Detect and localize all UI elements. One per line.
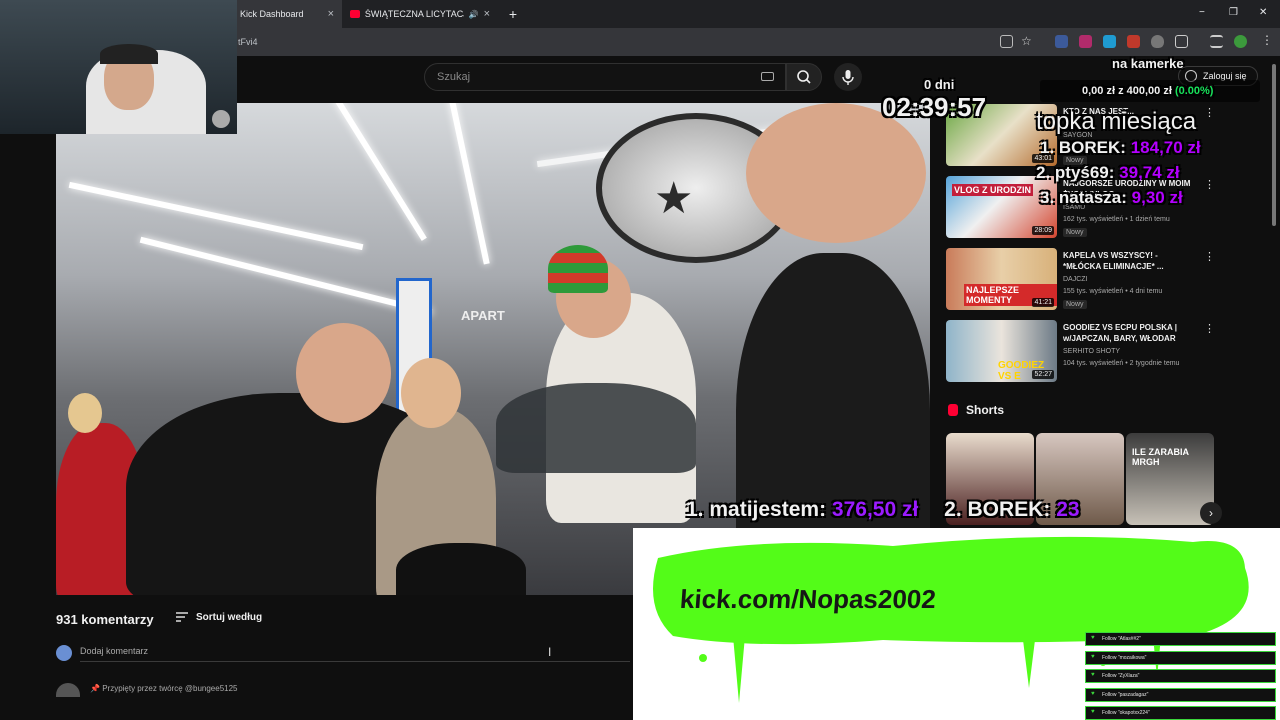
donor-amount: 9,30 zł [1131,188,1183,207]
donor-name: 2. ptyś69: [1036,163,1115,182]
scrollbar[interactable] [1270,64,1278,226]
donor-amount: 23 [1056,498,1080,521]
camera-label: na kamerke [1112,56,1184,71]
donor-name: 1. BOREK: [1040,138,1126,157]
follow-alert: Follow "Atlas##2" [1085,632,1276,646]
profile-avatar[interactable] [1234,35,1247,48]
follow-alert: Follow "okapotxx224" [1085,706,1276,720]
extension-icon[interactable] [1055,35,1068,48]
follow-alert: Follow "mozaikowa" [1085,651,1276,665]
more-options-icon[interactable]: ⋮ [1204,322,1215,335]
thumbnail-text: VLOG Z URODZIN [952,184,1033,196]
minimize-button[interactable]: − [1199,7,1205,18]
url-text[interactable]: tFvi4 [238,37,258,47]
goal-percentage: (0.00%) [1174,85,1214,97]
new-badge: Nowy [1063,300,1087,309]
speaker-icon[interactable]: 🔊 [469,10,479,19]
pinned-comment-label: 📌 Przypięty przez twórcę @bungee5125 [90,684,238,693]
follow-alert: Follow "paszadagaz" [1085,688,1276,702]
tab-label: Kick Dashboard [240,9,304,19]
tab-kick-dashboard[interactable]: Kick Dashboard × [232,0,342,28]
search-button[interactable] [786,63,822,91]
donor-ticker: 1. matijestem: 376,50 zł 2. BOREK: 23 [650,498,1080,522]
microphone-icon [842,70,854,85]
avatar [56,645,72,661]
recommendation-item[interactable]: NAJLEPSZE MOMENTY 41:21 KAPELA VS WSZYSC… [946,248,1246,312]
sort-icon[interactable] [176,612,188,622]
more-options-icon[interactable]: ⋮ [1204,178,1215,191]
extension-icon[interactable] [1127,35,1140,48]
new-tab-button[interactable]: + [505,6,521,22]
next-shorts-button[interactable]: › [1200,502,1222,524]
puzzle-icon[interactable] [1175,35,1188,48]
donor-amount: 376,50 zł [831,498,919,521]
video-duration: 52:27 [1032,370,1054,379]
new-badge: Nowy [1063,228,1087,237]
donor-name: 2. BOREK: [944,498,1051,521]
avatar [56,683,80,697]
video-thumbnail[interactable]: GOODIEZ VS E 52:27 [946,320,1057,382]
pin-icon: 📌 [90,684,103,693]
more-options-icon[interactable]: ⋮ [1204,106,1215,119]
tab-label: ŚWIĄTECZNA LICYTACJA PR [364,9,464,19]
short-caption: ILE ZARABIA MRGH [1132,447,1189,467]
shorts-icon [948,404,958,416]
channel-name[interactable]: SERHITO SHOTY [1063,348,1120,355]
top-donors-title: topka miesiąca [1036,108,1197,135]
close-tab-icon[interactable]: × [328,8,334,20]
video-meta: 155 tys. wyświetleń • 4 dni temu [1063,288,1163,295]
extension-icon[interactable] [1103,35,1116,48]
stream-timer: 02:39:57 [882,92,987,122]
goal-amount: 0,00 zł z 400,00 zł [1082,85,1172,97]
donor-name: 3. nataszа: [1040,188,1127,207]
top-donor-row: 2. ptyś69: 39,74 zł [1036,163,1180,183]
recommendation-item[interactable]: GOODIEZ VS E 52:27 GOODIEZ VS ECPU POLSK… [946,320,1246,384]
tab-youtube-video[interactable]: ŚWIĄTECZNA LICYTACJA PR 🔊 × [342,0,498,28]
webcam-feed [0,0,237,134]
search-input[interactable]: Szukaj [424,63,786,91]
video-thumbnail[interactable]: NAJLEPSZE MOMENTY 41:21 [946,248,1057,310]
voice-search-button[interactable] [834,63,862,91]
youtube-favicon-icon [350,10,360,18]
video-title[interactable]: GOODIEZ VS ECPU POLSKA | w/JAPCZAN, BARY… [1063,322,1193,344]
text-cursor-icon: I [548,645,552,659]
donor-name: 1. matijestem: [686,498,827,521]
days-counter: 0 dni [924,77,955,92]
close-window-button[interactable]: ✕ [1259,7,1267,18]
reading-list-icon[interactable] [1210,35,1223,48]
divider [80,661,630,662]
sort-button[interactable]: Sortuj według [196,612,262,623]
video-duration: 41:21 [1032,298,1054,307]
video-title[interactable]: KAPELA VS WSZYSCY! - *MŁÓCKA ELIMINACJE*… [1063,250,1193,272]
recommendation-item[interactable]: VLOG Z URODZIN 28:09 NAJGORSZE URODZINY … [946,176,1246,240]
add-comment-input[interactable]: Dodaj komentarz [80,646,148,656]
bookmark-star-icon[interactable]: ☆ [1021,34,1032,48]
donor-amount: 184,70 zł [1130,138,1201,157]
kick-channel-url: kick.com/Nopas2002 [678,584,937,614]
shorts-heading: Shorts [966,403,1005,417]
pinned-text: Przypięty przez twórcę @bungee5125 [102,684,238,693]
donation-goal: 0,00 zł z 400,00 zł (0.00%) [1082,85,1213,97]
maximize-button[interactable]: ❐ [1229,7,1238,18]
top-donor-row: 3. nataszа: 9,30 zł [1040,188,1183,208]
shield-icon[interactable] [1151,35,1164,48]
channel-name[interactable]: DAJCZI [1063,276,1088,283]
keyboard-icon[interactable] [761,72,774,81]
close-tab-icon[interactable]: × [484,8,490,20]
more-options-icon[interactable]: ⋮ [1204,250,1215,263]
comments-count: 931 komentarzy [56,612,154,627]
video-meta: 162 tys. wyświetleń • 1 dzień temu [1063,216,1170,223]
search-icon [797,70,811,84]
donor-amount: 39,74 zł [1119,163,1180,182]
screenshot-icon[interactable] [1000,35,1013,48]
menu-icon[interactable]: ⋮ [1261,33,1273,47]
video-duration: 28:09 [1032,226,1054,235]
follow-alert: Follow "ZyXlaza" [1085,669,1276,683]
video-meta: 104 tys. wyświetleń • 2 tygodnie temu [1063,360,1180,367]
extension-icon[interactable] [1079,35,1092,48]
top-donor-row: 1. BOREK: 184,70 zł [1040,138,1201,158]
